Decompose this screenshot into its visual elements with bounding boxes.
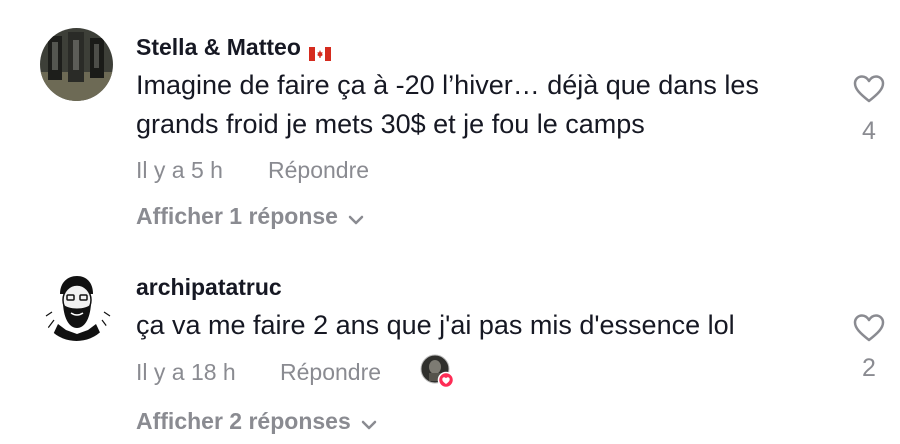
view-replies-button[interactable]: Afficher 1 réponse [136,203,364,231]
comment-text: Imagine de faire ça à -20 l’hiver… déjà … [136,70,759,139]
like-count: 2 [862,354,876,382]
view-replies-label: Afficher 1 réponse [136,203,338,229]
avatar[interactable] [40,268,113,341]
reply-button[interactable]: Répondre [268,157,369,184]
reply-button[interactable]: Répondre [280,359,381,386]
like-count: 4 [862,117,876,145]
view-replies-button[interactable]: Afficher 2 réponses [136,408,377,436]
comment-timestamp: Il y a 18 h [136,359,236,385]
username[interactable]: Stella & Matteo [136,34,331,61]
username[interactable]: archipatatruc [136,274,282,301]
view-replies-label: Afficher 2 réponses [136,408,351,434]
chevron-down-icon [348,204,364,231]
canada-flag-icon [308,40,331,61]
creator-liked-badge [420,354,455,389]
avatar[interactable] [40,28,113,101]
heart-icon[interactable] [850,74,888,109]
comment-text: ça va me faire 2 ans que j'ai pas mis d'… [136,310,735,340]
heart-icon[interactable] [850,313,888,348]
chevron-down-icon [361,409,377,436]
comment-timestamp: Il y a 5 h [136,157,223,183]
